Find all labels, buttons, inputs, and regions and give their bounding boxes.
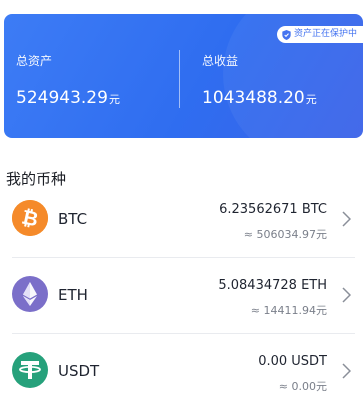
coin-row-eth[interactable]: ETH 5.08434728 ETH ≈ 14411.94元 — [0, 258, 363, 334]
chevron-right-icon — [342, 211, 351, 227]
total-assets-value: 524943.29 — [16, 88, 108, 108]
total-income-value-row: 1043488.20元 — [202, 88, 317, 108]
coin-amount: 6.23562671 BTC — [219, 202, 327, 217]
coin-amount: 5.08434728 ETH — [218, 278, 327, 293]
coin-cny-value: ≈ 506034.97元 — [243, 228, 327, 241]
total-income-label: 总收益 — [202, 54, 239, 68]
total-income: 总收益 1043488.20元 — [202, 52, 317, 108]
chevron-right-icon — [342, 363, 351, 379]
shield-icon — [282, 29, 291, 40]
chevron-right-icon — [342, 287, 351, 303]
coin-symbol: BTC — [58, 210, 88, 228]
card-divider — [179, 50, 180, 108]
asset-summary-card: 资产正在保护中 总资产 524943.29元 总收益 1043488.20元 — [4, 14, 363, 138]
total-assets-label: 总资产 — [16, 54, 53, 68]
coin-amount: 0.00 USDT — [258, 354, 327, 369]
coin-cny-value: ≈ 14411.94元 — [250, 304, 327, 317]
total-income-unit: 元 — [305, 93, 317, 106]
total-assets: 总资产 524943.29元 — [16, 52, 120, 108]
coin-row-usdt[interactable]: USDT 0.00 USDT ≈ 0.00元 — [0, 334, 363, 409]
protection-badge[interactable]: 资产正在保护中 — [276, 26, 363, 43]
tether-icon — [12, 352, 48, 388]
coin-symbol: USDT — [58, 362, 100, 380]
total-income-value: 1043488.20 — [202, 88, 305, 108]
total-assets-unit: 元 — [108, 93, 120, 106]
coin-row-btc[interactable]: ₿ BTC 6.23562671 BTC ≈ 506034.97元 — [0, 182, 363, 258]
bitcoin-icon: ₿ — [12, 200, 48, 236]
total-assets-value-row: 524943.29元 — [16, 88, 120, 108]
coin-cny-value: ≈ 0.00元 — [278, 380, 327, 393]
ethereum-icon — [12, 276, 48, 312]
coin-symbol: ETH — [58, 286, 88, 304]
protection-badge-text: 资产正在保护中 — [293, 29, 357, 39]
